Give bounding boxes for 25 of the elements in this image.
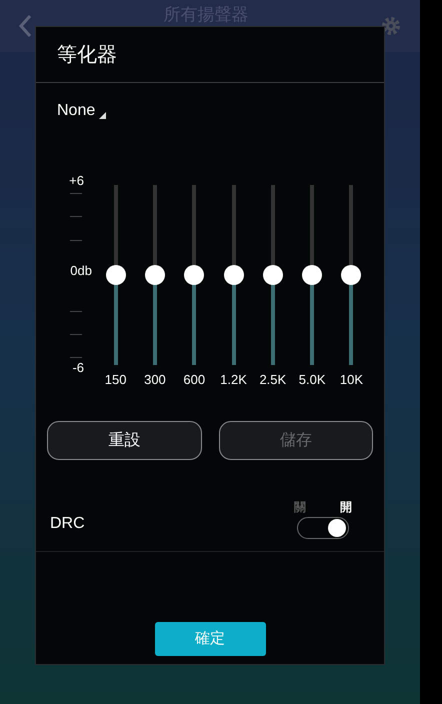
frequency-label: 10K bbox=[340, 371, 363, 389]
dropdown-caret-icon bbox=[99, 112, 106, 119]
frequency-label: 1.2K bbox=[220, 371, 247, 389]
eq-slider-thumb[interactable] bbox=[224, 265, 244, 285]
scale-label: -6 bbox=[72, 359, 84, 377]
on-label: 開 bbox=[340, 499, 352, 516]
reset-button[interactable]: 重設 bbox=[47, 421, 202, 460]
drc-toggle[interactable] bbox=[297, 517, 349, 539]
frequency-label: 5.0K bbox=[298, 371, 326, 389]
frequency-label: 2.5K bbox=[259, 371, 286, 389]
eq-slider-thumb[interactable] bbox=[184, 265, 204, 285]
frequency-label: 300 bbox=[144, 371, 166, 389]
eq-slider-thumb[interactable] bbox=[302, 265, 322, 285]
drc-label: DRC bbox=[50, 514, 85, 534]
off-label: 關 bbox=[294, 499, 306, 516]
preset-dropdown[interactable]: None bbox=[57, 99, 106, 123]
eq-slider-thumb[interactable] bbox=[262, 265, 283, 285]
scale-label: +6 bbox=[69, 172, 84, 190]
dialog-title: 等化器 bbox=[57, 42, 117, 68]
frequency-label: 150 bbox=[104, 371, 126, 389]
scale-label: 0db bbox=[70, 262, 92, 280]
frequency-label: 600 bbox=[183, 371, 206, 389]
eq-slider-thumb[interactable] bbox=[106, 265, 126, 285]
eq-slider-thumb[interactable] bbox=[144, 265, 165, 285]
eq-slider-thumb[interactable] bbox=[341, 265, 362, 285]
